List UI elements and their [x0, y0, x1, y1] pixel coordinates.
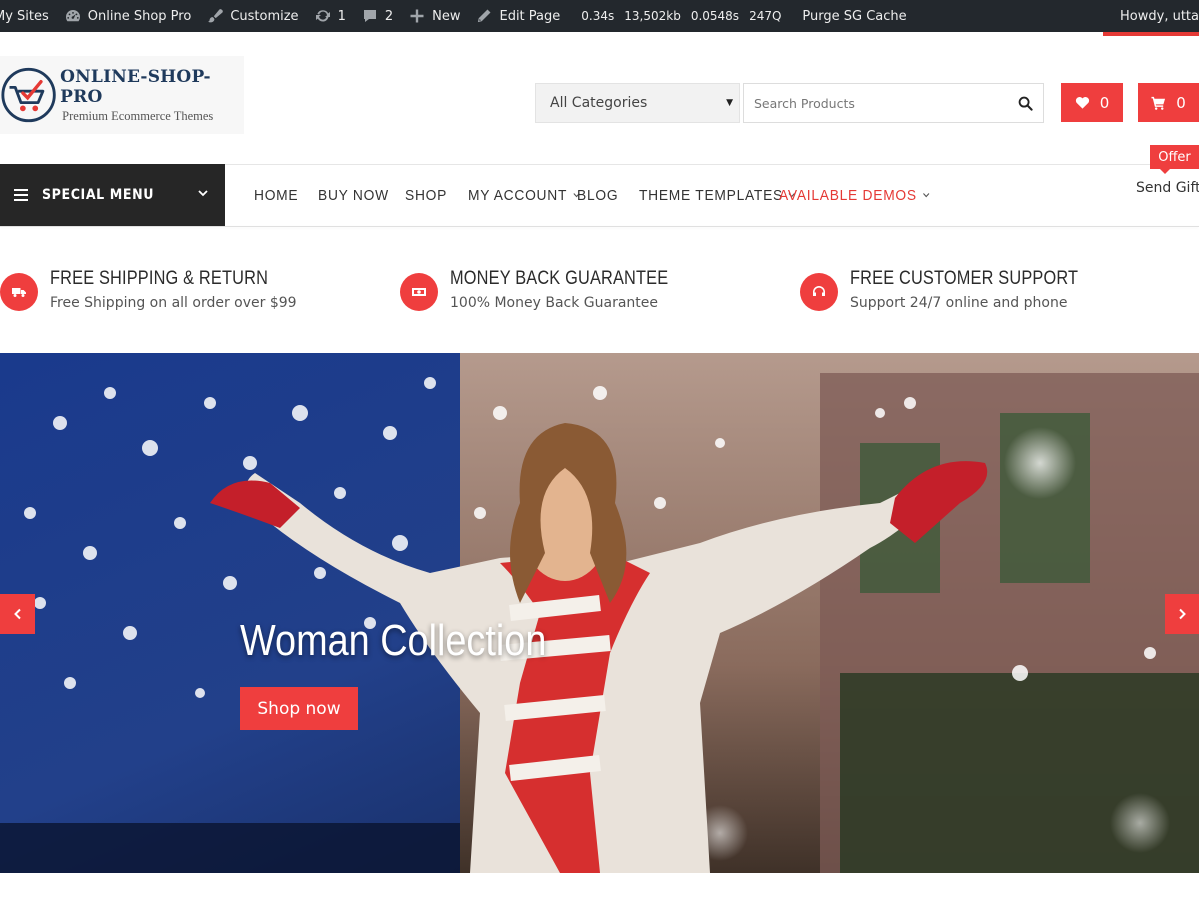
chevron-down-icon: [922, 193, 930, 198]
feature-support: FREE CUSTOMER SUPPORT Support 24/7 onlin…: [800, 268, 1115, 311]
send-gift-label: Send Gift: [1136, 180, 1199, 196]
edit-page-link[interactable]: Edit Page: [468, 0, 568, 32]
category-select-value: All Categories: [550, 95, 648, 111]
logo-tagline: Premium Ecommerce Themes: [62, 108, 214, 123]
slider-prev-button[interactable]: [0, 594, 35, 634]
nav-my-account[interactable]: MY ACCOUNT: [468, 164, 580, 226]
feature-subtitle: 100% Money Back Guarantee: [450, 295, 659, 311]
admin-bar: My Sites Online Shop Pro Customize 1 2 N…: [0, 0, 1199, 32]
search-icon: [1018, 96, 1033, 111]
shop-now-button[interactable]: Shop now: [240, 687, 358, 730]
comments-count: 2: [384, 8, 394, 24]
hero-title: Woman Collection: [240, 616, 547, 665]
nav-shop-label: SHOP: [405, 186, 448, 204]
nav-buy-now[interactable]: BUY NOW: [318, 164, 389, 226]
purge-cache-label: Purge SG Cache: [802, 8, 907, 24]
updates-count: 1: [337, 8, 346, 24]
new-content-menu[interactable]: New: [401, 0, 468, 32]
query-time-stat: 0.0548s: [690, 9, 740, 23]
offer-badge: Offer: [1150, 145, 1199, 174]
feature-money-back: MONEY BACK GUARANTEE 100% Money Back Gua…: [400, 268, 704, 311]
plus-icon: [409, 8, 425, 24]
nav-blog-label: BLOG: [577, 186, 619, 204]
feature-subtitle: Support 24/7 online and phone: [850, 295, 1068, 311]
hero-slider: Woman Collection Shop now: [0, 353, 1199, 873]
updates-link[interactable]: 1: [307, 0, 354, 32]
cart-button[interactable]: 0: [1138, 83, 1199, 122]
search-input[interactable]: [744, 84, 1007, 122]
hero-image: [0, 353, 1199, 873]
my-sites-menu[interactable]: My Sites: [0, 0, 57, 32]
purge-cache-button[interactable]: Purge SG Cache: [794, 0, 914, 32]
nav-blog[interactable]: BLOG: [577, 164, 618, 226]
feature-title: FREE CUSTOMER SUPPORT: [850, 268, 1079, 289]
nav-home-label: HOME: [254, 186, 299, 204]
feature-shipping: FREE SHIPPING & RETURN Free Shipping on …: [0, 268, 304, 311]
chevron-down-icon: [198, 190, 208, 197]
nav-shop[interactable]: SHOP: [405, 164, 447, 226]
nav-theme-templates[interactable]: THEME TEMPLATES: [639, 164, 796, 226]
heart-icon: [1075, 96, 1089, 109]
category-select[interactable]: All Categories ▼: [535, 83, 740, 123]
pencil-icon: [476, 8, 492, 24]
dashboard-icon: [65, 8, 81, 24]
paintbrush-icon: [207, 8, 224, 24]
account-menu[interactable]: Howdy, utta: [1112, 0, 1199, 32]
product-search: [743, 83, 1044, 123]
cart-icon: [1151, 96, 1166, 110]
comment-icon: [362, 8, 378, 24]
send-gift-link[interactable]: Send Gift: [1136, 180, 1199, 196]
money-icon: [400, 273, 438, 311]
site-name-label: Online Shop Pro: [87, 8, 192, 24]
memory-stat: 13,502kb: [624, 9, 681, 23]
slider-next-button[interactable]: [1165, 594, 1199, 634]
comments-link[interactable]: 2: [354, 0, 401, 32]
customize-label: Customize: [230, 8, 299, 24]
nav-available-demos[interactable]: AVAILABLE DEMOS: [779, 164, 930, 226]
headset-icon: [800, 273, 838, 311]
nav-theme-templates-label: THEME TEMPLATES: [639, 186, 783, 204]
search-button[interactable]: [1007, 84, 1043, 122]
customize-link[interactable]: Customize: [199, 0, 306, 32]
shop-now-label: Shop now: [257, 698, 341, 719]
cart-count: 0: [1176, 93, 1186, 112]
dropdown-caret-icon: ▼: [726, 98, 733, 108]
logo-text: ONLINE-SHOP-PRO Premium Ecommerce Themes: [60, 67, 244, 124]
refresh-icon: [315, 8, 331, 24]
howdy-label: Howdy, utta: [1120, 8, 1199, 24]
nav-bottom-border: [0, 226, 1199, 227]
special-menu-label: SPECIAL MENU: [42, 187, 155, 203]
new-label: New: [432, 8, 461, 24]
chevron-left-icon: [13, 608, 21, 620]
wishlist-count: 0: [1099, 93, 1110, 112]
chevron-right-icon: [1179, 608, 1186, 620]
page-time-stat: 0.34s: [581, 9, 615, 23]
feature-title: FREE SHIPPING & RETURN: [50, 268, 269, 289]
special-menu-toggle[interactable]: SPECIAL MENU: [0, 164, 225, 226]
site-name-menu[interactable]: Online Shop Pro: [57, 0, 200, 32]
truck-icon: [0, 273, 38, 311]
site-logo[interactable]: ONLINE-SHOP-PRO Premium Ecommerce Themes: [0, 56, 244, 134]
hamburger-icon: [14, 189, 28, 201]
query-monitor-stats[interactable]: 0.34s 13,502kb 0.0548s 247Q: [568, 0, 794, 32]
feature-title: MONEY BACK GUARANTEE: [450, 268, 669, 289]
nav-home[interactable]: HOME: [254, 164, 298, 226]
query-count-stat: 247Q: [749, 9, 782, 23]
shopping-cart-logo-icon: [1, 67, 56, 123]
my-sites-label: My Sites: [0, 8, 49, 24]
nav-my-account-label: MY ACCOUNT: [468, 186, 568, 204]
nav-buy-now-label: BUY NOW: [318, 186, 389, 204]
edit-page-label: Edit Page: [499, 8, 561, 24]
header-accent-bar: [1103, 32, 1199, 36]
logo-name: ONLINE-SHOP-PRO: [60, 66, 211, 107]
feature-subtitle: Free Shipping on all order over $99: [50, 295, 297, 311]
offer-badge-label: Offer: [1158, 149, 1191, 165]
wishlist-button[interactable]: 0: [1061, 83, 1123, 122]
nav-available-demos-label: AVAILABLE DEMOS: [779, 186, 917, 204]
